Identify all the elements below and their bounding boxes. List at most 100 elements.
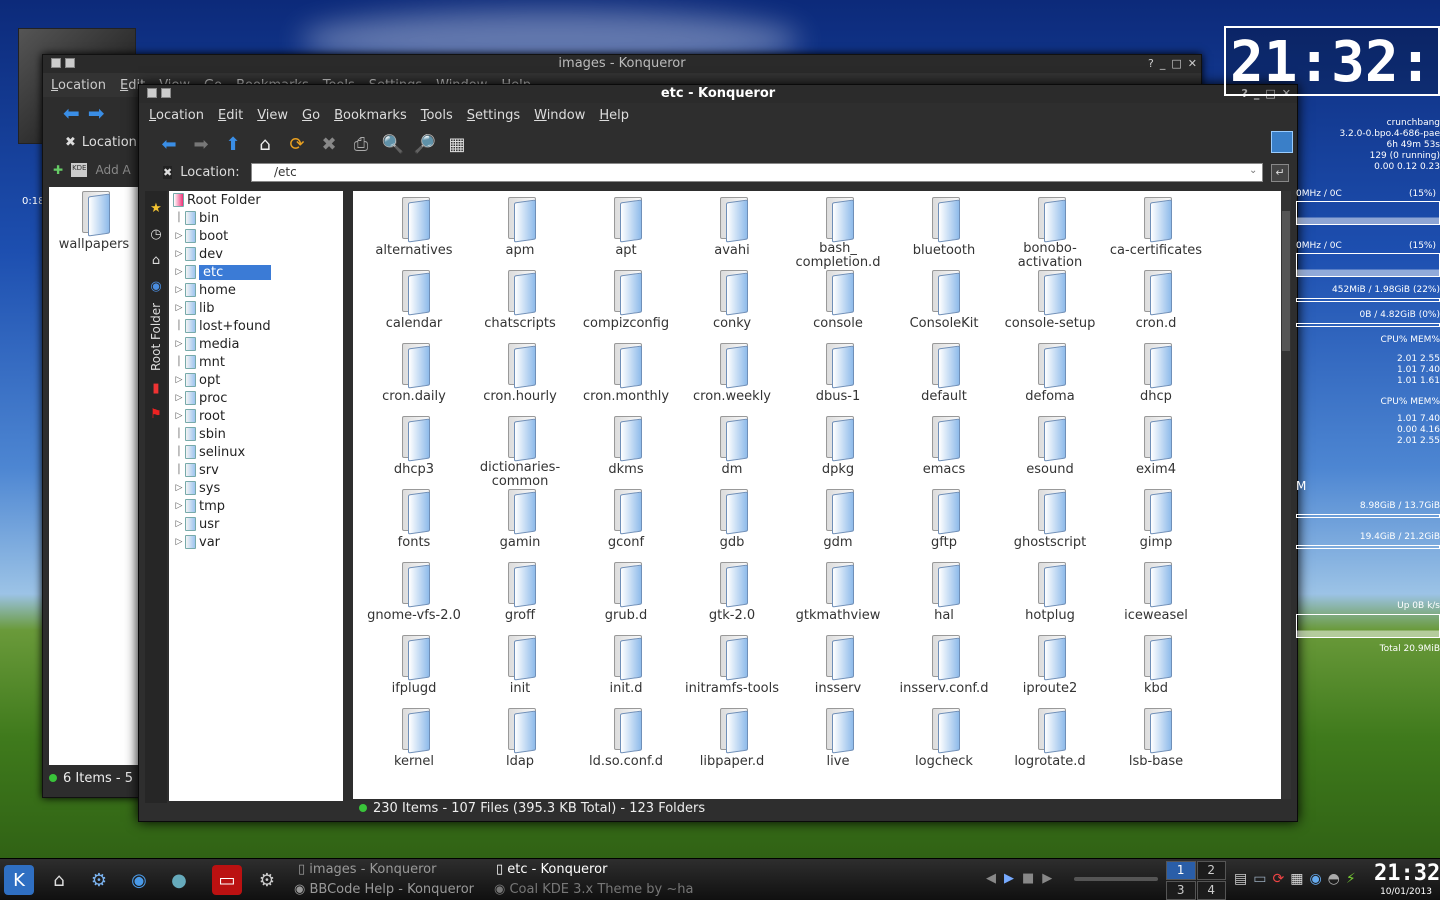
folder-item[interactable]: initramfs-tools: [679, 635, 785, 708]
tree-item[interactable]: ▷ opt: [169, 371, 343, 389]
konqueror-throbber-icon[interactable]: [1271, 131, 1293, 153]
file-icon-view[interactable]: alternatives apm apt avahi bash_ completion.…: [353, 191, 1281, 799]
play-icon[interactable]: ▶: [1004, 871, 1014, 886]
sidebar-tab-root-folder[interactable]: Root Folder: [149, 301, 163, 371]
tree-root[interactable]: Root Folder: [169, 191, 343, 209]
folder-item[interactable]: ca-certificates: [1103, 197, 1209, 270]
services-icon[interactable]: ▮: [147, 379, 165, 397]
folder-item[interactable]: gdm: [785, 489, 891, 562]
network-icon[interactable]: ◉: [147, 277, 165, 295]
print-icon[interactable]: ⎙: [349, 132, 373, 156]
pager-desktop-1[interactable]: 1: [1166, 861, 1196, 880]
location-dropdown-icon[interactable]: ⌄: [1249, 165, 1257, 176]
tree-item[interactable]: ▷ dev: [169, 245, 343, 263]
expand-icon[interactable]: ▷: [173, 537, 185, 547]
expand-icon[interactable]: ▷: [173, 501, 185, 511]
folder-item[interactable]: apt: [573, 197, 679, 270]
folder-item[interactable]: wallpapers: [49, 191, 139, 252]
expand-icon[interactable]: ▷: [173, 303, 185, 313]
tree-item[interactable]: ▷ sys: [169, 479, 343, 497]
folder-item[interactable]: insserv.conf.d: [891, 635, 997, 708]
folder-item[interactable]: gdb: [679, 489, 785, 562]
window-titlebar[interactable]: images - Konqueror ? _ □ ✕: [43, 55, 1201, 73]
menu-location[interactable]: Location: [149, 108, 204, 123]
folder-item[interactable]: kbd: [1103, 635, 1209, 708]
folder-item[interactable]: dbus-1: [785, 343, 891, 416]
folder-item[interactable]: ldap: [467, 708, 573, 781]
folder-item[interactable]: insserv: [785, 635, 891, 708]
window-menu-icon[interactable]: [51, 58, 61, 68]
tree-item[interactable]: ▷ root: [169, 407, 343, 425]
clipboard-icon[interactable]: ▤: [1234, 871, 1247, 887]
tree-item[interactable]: ▷ lib: [169, 299, 343, 317]
folder-item[interactable]: groff: [467, 562, 573, 635]
tree-item[interactable]: ▷ proc: [169, 389, 343, 407]
menu-settings[interactable]: Settings: [467, 108, 520, 123]
folder-item[interactable]: gamin: [467, 489, 573, 562]
home-icon[interactable]: ⌂: [253, 132, 277, 156]
tree-item[interactable]: ▷ home: [169, 281, 343, 299]
media-seek-slider[interactable]: [1074, 877, 1158, 881]
folder-item[interactable]: gtkmathview: [785, 562, 891, 635]
add-bookmark-icon[interactable]: ✚: [53, 163, 63, 177]
location-input[interactable]: /etc: [251, 163, 1263, 182]
network-globe-icon[interactable]: ●: [164, 865, 194, 895]
menu-window[interactable]: Window: [534, 108, 585, 123]
menu-location[interactable]: Location: [51, 78, 106, 93]
help-icon[interactable]: ?: [1148, 55, 1154, 73]
folder-item[interactable]: console-setup: [997, 270, 1103, 343]
folder-item[interactable]: fonts: [361, 489, 467, 562]
expand-icon[interactable]: ▷: [173, 231, 185, 241]
folder-item[interactable]: ghostscript: [997, 489, 1103, 562]
clear-location-icon[interactable]: ✖: [163, 166, 173, 179]
folder-item[interactable]: cron.monthly: [573, 343, 679, 416]
settings-icon[interactable]: ⚙: [252, 865, 282, 895]
folder-item[interactable]: console: [785, 270, 891, 343]
folder-item[interactable]: dm: [679, 416, 785, 489]
folder-item[interactable]: iproute2: [997, 635, 1103, 708]
konqueror-window-etc[interactable]: etc - Konqueror ? _ □ ✕ Location Edit Vi…: [138, 84, 1298, 822]
tree-item[interactable]: ▷ usr: [169, 515, 343, 533]
folder-item[interactable]: dpkg: [785, 416, 891, 489]
go-icon[interactable]: ↵: [1271, 164, 1289, 182]
forward-arrow-icon[interactable]: ➡: [88, 101, 105, 125]
folder-item[interactable]: gtk-2.0: [679, 562, 785, 635]
window-menu-icon[interactable]: [147, 88, 157, 98]
next-icon[interactable]: ▶: [1042, 871, 1052, 886]
tree-item[interactable]: │ bin: [169, 209, 343, 227]
task-bbcode-help[interactable]: ◉ BBCode Help - Konqueror: [294, 882, 474, 897]
reload-icon[interactable]: ⟳: [285, 132, 309, 156]
flag-icon[interactable]: ⚑: [147, 405, 165, 423]
folder-item[interactable]: ConsoleKit: [891, 270, 997, 343]
stop-icon[interactable]: ■: [1022, 871, 1034, 886]
tree-item[interactable]: ▷ var: [169, 533, 343, 551]
folder-item[interactable]: esound: [997, 416, 1103, 489]
tree-item[interactable]: │ lost+found: [169, 317, 343, 335]
folder-item[interactable]: logcheck: [891, 708, 997, 781]
folder-item[interactable]: bash_ completion.d: [785, 197, 891, 270]
tree-item[interactable]: ▷ boot: [169, 227, 343, 245]
expand-icon[interactable]: ▷: [173, 393, 185, 403]
expand-icon[interactable]: ▷: [173, 267, 185, 277]
notes-icon[interactable]: ▦: [1290, 871, 1303, 887]
up-arrow-icon[interactable]: ⬆: [221, 132, 245, 156]
folder-item[interactable]: exim4: [1103, 416, 1209, 489]
folder-item[interactable]: cron.d: [1103, 270, 1209, 343]
expand-icon[interactable]: ▷: [173, 519, 185, 529]
menu-go[interactable]: Go: [302, 108, 320, 123]
kde-look-icon[interactable]: KDE: [71, 163, 88, 177]
folder-item[interactable]: hotplug: [997, 562, 1103, 635]
folder-item[interactable]: dhcp3: [361, 416, 467, 489]
tree-item[interactable]: │ sbin: [169, 425, 343, 443]
home-folder-icon[interactable]: ⌂: [147, 251, 165, 269]
folder-item[interactable]: hal: [891, 562, 997, 635]
window-sticky-icon[interactable]: [65, 58, 75, 68]
back-arrow-icon[interactable]: ⬅: [157, 132, 181, 156]
expand-icon[interactable]: ▷: [173, 483, 185, 493]
expand-icon[interactable]: ▷: [173, 339, 185, 349]
window-sticky-icon[interactable]: [161, 88, 171, 98]
task-images-konqueror[interactable]: ▯ images - Konqueror: [298, 862, 436, 877]
tree-item[interactable]: ▷ tmp: [169, 497, 343, 515]
task-coal-theme[interactable]: ◉ Coal KDE 3.x Theme by ~ha: [494, 882, 693, 897]
previous-icon[interactable]: ◀: [986, 871, 996, 886]
